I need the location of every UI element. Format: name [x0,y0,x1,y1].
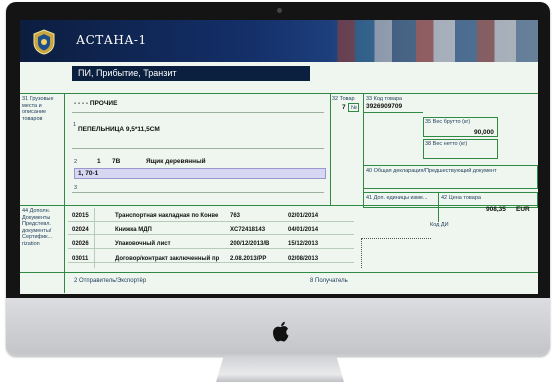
description-underline [72,148,324,149]
package-code[interactable]: 7В [112,158,120,165]
commodity-code[interactable]: 3926909709 [366,103,402,110]
code-di-dotted-left [361,238,362,268]
gross-weight[interactable]: 90,000 [474,129,494,136]
doc-number: XC72418143 [230,227,266,233]
box40-label: 40 Общая декларация/Предшествующий докум… [366,168,497,174]
doc-name: Упаковочный лист [115,241,171,247]
box31-label: 31 Грузовые места и описание товаров [22,96,54,122]
doc-code: 02026 [72,241,89,247]
line1-number: 1 [73,122,77,128]
line3-number: 3 [74,185,78,191]
item-no-label: № [351,105,357,111]
goods-divider [330,93,331,205]
doc-number: 763 [230,213,241,219]
doc-date: 02/08/2013 [288,256,319,262]
doc-number: 200/12/2013/В [230,241,270,247]
doc-name: Договор/контракт заключенный пр [115,256,220,262]
item-number[interactable]: 7 [342,104,346,111]
app-header: АСТАНА-1 [20,20,538,62]
camera-dot [277,8,282,13]
sender-label: 2 Отправитель/Экспортёр [74,278,147,284]
line2-number: 2 [74,159,78,165]
screen: АСТАНА-1 ПИ, Прибытие, Транзит 31 Грузов… [20,20,538,294]
label-column-divider [64,93,65,293]
doc-code: 02015 [72,213,89,219]
footer-top-border [20,272,538,273]
places-count[interactable]: 1 [97,158,101,165]
doc-date: 15/12/2013 [288,241,319,247]
doc-date: 02/01/2014 [288,213,319,219]
item-no-box: № [348,103,359,112]
doc-code: 02024 [72,227,89,233]
doc-code: 03011 [72,256,89,262]
receiver-label: 8 Получатель [310,278,348,284]
marks-underline [72,192,324,193]
customs-emblem-icon [33,29,55,55]
box42-label: 42 Цена товара [441,195,481,201]
box44-label: 44 Дополн. Документы Предстевл. документ… [22,208,53,247]
code-underline [363,112,423,113]
category-underline [72,112,324,113]
box35-label: 35 Вес брутто (кг) [425,119,471,125]
price-currency[interactable]: EUR [516,206,530,213]
box33-label: 33 Код товара [366,96,403,102]
doc-number: 2.08.2013/PP [230,256,267,262]
box38-label: 38 Вес нетто (кг) [425,141,468,147]
item-price[interactable]: 908,35 [486,206,506,213]
doc-date: 04/01/2014 [288,227,319,233]
header-photo [320,20,538,62]
doc-name: Транспортная накладная по Конве [115,213,219,219]
package-type[interactable]: Ящик деревянный [146,158,206,165]
goods-description[interactable]: ПЕПЕЛЬНИЦА 9,5*11,5СМ [78,126,160,133]
goods-category[interactable]: - - - - ПРОЧИЕ [74,100,117,107]
marks-input[interactable]: 1, 70-1 [74,168,326,179]
app-title: АСТАНА-1 [76,33,147,47]
box42-divider [438,192,439,222]
box32-label: 32 Товар [332,96,355,102]
box41-label: 41 Доп. единицы изме... [366,195,428,201]
marks-value: 1, 70-1 [78,170,99,177]
code-di-label: Код ДИ [430,222,449,228]
monitor-stand [216,356,344,382]
form-top-border [20,93,538,94]
doc-name: Книжка МДП [115,227,152,233]
apple-logo-icon [273,321,289,342]
code-di-dotted-top [361,238,431,239]
form-title: ПИ, Прибытие, Транзит [72,66,310,81]
